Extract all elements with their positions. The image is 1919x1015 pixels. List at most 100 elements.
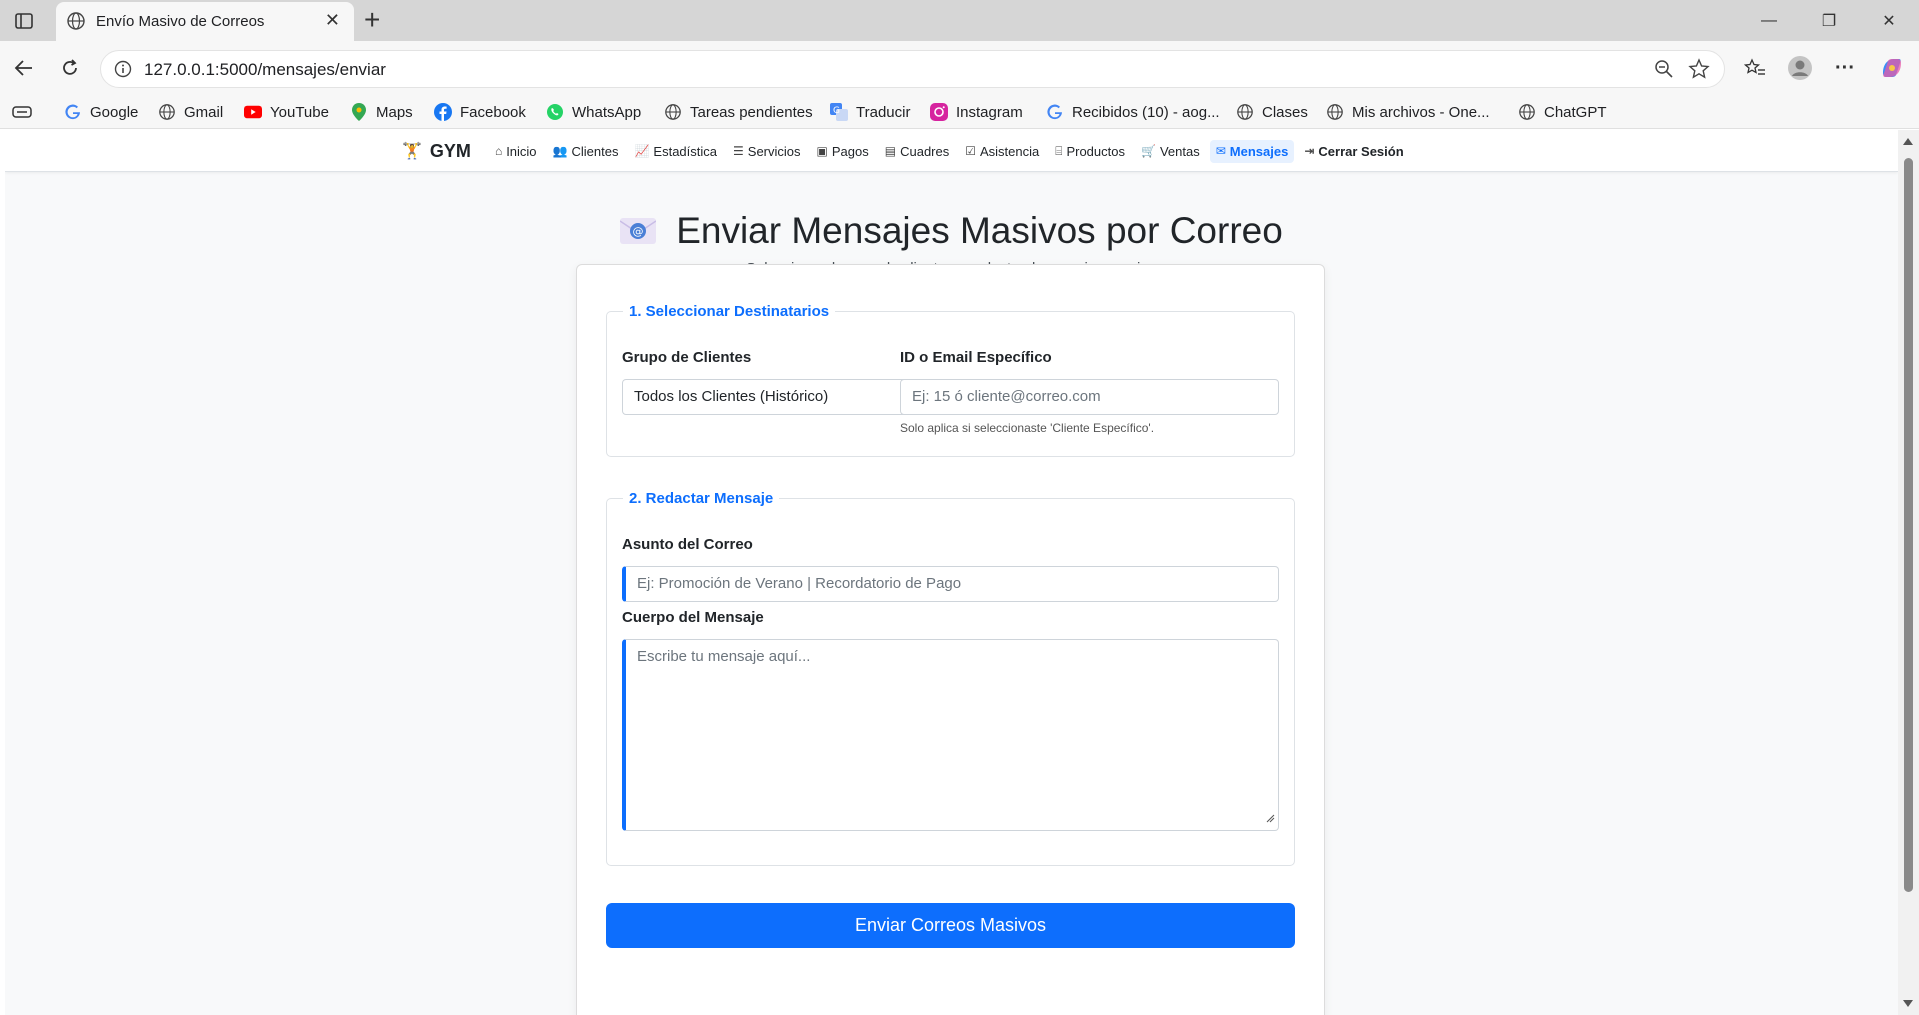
browser-tab-active[interactable]: Envío Masivo de Correos ✕ [56, 2, 354, 41]
bookmark-google[interactable]: Google [64, 101, 138, 123]
youtube-icon [244, 103, 262, 121]
whatsapp-icon [546, 103, 564, 121]
instagram-icon [930, 103, 948, 121]
tab-title: Envío Masivo de Correos [96, 13, 265, 30]
globe-icon [66, 11, 86, 36]
recipients-section: 1. Seleccionar Destinatarios Grupo de Cl… [606, 303, 1295, 457]
logout-icon: ⇥ [1304, 144, 1315, 158]
zoom-icon[interactable] [1654, 59, 1674, 84]
scroll-up-arrow-icon[interactable] [1903, 138, 1913, 145]
nav-item-servicios[interactable]: ☰ Servicios [727, 140, 807, 163]
reload-icon[interactable] [56, 54, 84, 82]
favorites-list-icon[interactable] [1740, 53, 1770, 83]
url-text[interactable]: 127.0.0.1:5000/mensajes/enviar [144, 60, 386, 80]
app-navbar: 🏋 GYM ⌂ Inicio 👥 Clientes 📈 Estadística ☰ Se… [5, 130, 1898, 172]
bookmark-instagram[interactable]: Instagram [930, 101, 1023, 123]
nav-item-ventas[interactable]: 🛒 Ventas [1135, 140, 1206, 163]
nav-item-estadistica[interactable]: 📈 Estadística [628, 140, 723, 163]
profile-avatar-icon[interactable] [1785, 53, 1815, 83]
users-icon: 👥 [552, 144, 568, 158]
cash-register-icon: ▤ [884, 144, 897, 158]
home-icon: ⌂ [494, 144, 503, 158]
back-arrow-icon[interactable] [10, 54, 38, 82]
list-icon: ☰ [733, 144, 744, 158]
body-label: Cuerpo del Mensaje [622, 609, 764, 626]
bookmarks-bar: Google Gmail YouTube Maps Facebook Whats… [0, 95, 1919, 129]
close-tab-icon[interactable]: ✕ [325, 11, 340, 29]
envelope-icon: ✉ [1215, 144, 1226, 158]
google-icon [64, 103, 82, 121]
minimize-icon[interactable]: — [1739, 0, 1799, 41]
bookmarks-menu-icon[interactable] [12, 101, 32, 123]
favorite-star-icon[interactable] [1688, 58, 1710, 85]
scrollbar-thumb[interactable] [1904, 158, 1913, 892]
bookmark-clases[interactable]: Clases [1236, 101, 1308, 123]
specific-client-help: Solo aplica si seleccionaste 'Cliente Es… [900, 421, 1155, 435]
facebook-icon [434, 103, 452, 121]
google-icon [1046, 103, 1064, 121]
nav-item-cerrar-sesion[interactable]: ⇥ Cerrar Sesión [1298, 140, 1409, 163]
email-form-card: 1. Seleccionar Destinatarios Grupo de Cl… [576, 264, 1325, 1015]
globe-icon [1326, 103, 1344, 121]
page-scrollbar[interactable] [1898, 130, 1919, 1015]
bookmark-youtube[interactable]: YouTube [244, 101, 329, 123]
page-viewport: 🏋 GYM ⌂ Inicio 👥 Clientes 📈 Estadística ☰ Se… [5, 130, 1898, 1015]
bookmark-whatsapp[interactable]: WhatsApp [546, 101, 641, 123]
bookmark-maps[interactable]: Maps [350, 101, 413, 123]
more-options-icon[interactable]: ··· [1830, 53, 1860, 83]
copilot-icon[interactable] [1877, 53, 1907, 83]
site-info-icon[interactable] [114, 60, 132, 83]
specific-client-label: ID o Email Específico [900, 349, 1052, 366]
bookmark-facebook[interactable]: Facebook [434, 101, 526, 123]
globe-icon [1236, 103, 1254, 121]
send-emails-button[interactable]: Enviar Correos Masivos [606, 903, 1295, 948]
nav-item-inicio[interactable]: ⌂ Inicio [489, 140, 543, 163]
nav-item-productos[interactable]: ⌸ Productos [1049, 140, 1131, 163]
globe-icon [158, 103, 176, 121]
client-group-value: Todos los Clientes (Histórico) [634, 388, 829, 405]
brand-logo[interactable]: 🏋 GYM [402, 141, 471, 162]
subject-label: Asunto del Correo [622, 536, 753, 553]
email-at-icon: @ [620, 218, 657, 244]
bookmark-mis-archivos[interactable]: Mis archivos - One... [1326, 101, 1490, 123]
message-body-textarea[interactable]: Escribe tu mensaje aquí... [622, 639, 1279, 831]
calendar-check-icon: ☑ [965, 144, 976, 158]
svg-text:@: @ [633, 225, 644, 238]
close-window-icon[interactable]: ✕ [1859, 0, 1919, 41]
browser-tab-bar: Envío Masivo de Correos ✕ + — ❐ ✕ [0, 0, 1919, 41]
cart-icon: 🛒 [1141, 144, 1156, 158]
bookmark-chatgpt[interactable]: ChatGPT [1518, 101, 1607, 123]
wallet-icon: ▣ [816, 144, 828, 158]
bookmark-traducir[interactable]: G Traducir [830, 101, 910, 123]
maps-pin-icon [350, 103, 368, 121]
globe-icon [664, 103, 682, 121]
bookmark-gmail[interactable]: Gmail [158, 101, 223, 123]
bookmark-tareas-pendientes[interactable]: Tareas pendientes [664, 101, 813, 123]
specific-client-input[interactable]: Ej: 15 ó cliente@correo.com [900, 379, 1279, 415]
nav-item-asistencia[interactable]: ☑ Asistencia [959, 140, 1045, 163]
basket-icon: ⌸ [1055, 143, 1063, 158]
subject-input[interactable]: Ej: Promoción de Verano | Recordatorio d… [622, 566, 1279, 602]
restore-icon[interactable]: ❐ [1799, 0, 1859, 41]
scroll-down-arrow-icon[interactable] [1903, 1000, 1913, 1007]
nav-item-mensajes[interactable]: ✉ Mensajes [1209, 139, 1295, 163]
page-title: Enviar Mensajes Masivos por Correo [676, 210, 1283, 251]
window-controls: — ❐ ✕ [1739, 0, 1919, 41]
dumbbell-icon: 🏋 [402, 143, 422, 160]
svg-text:G: G [833, 106, 840, 116]
compose-legend: 2. Redactar Mensaje [629, 490, 774, 507]
client-group-select[interactable]: Todos los Clientes (Histórico) [622, 379, 940, 415]
nav-item-clientes[interactable]: 👥 Clientes [547, 140, 625, 163]
address-bar[interactable]: 127.0.0.1:5000/mensajes/enviar [100, 50, 1725, 88]
nav-item-pagos[interactable]: ▣ Pagos [811, 140, 875, 163]
recipients-legend: 1. Seleccionar Destinatarios [629, 303, 830, 320]
nav-item-cuadres[interactable]: ▤ Cuadres [879, 140, 955, 163]
chart-icon: 📈 [634, 144, 650, 158]
translate-icon: G [830, 103, 848, 121]
compose-section: 2. Redactar Mensaje Asunto del Correo Ej… [606, 490, 1295, 866]
globe-icon [1518, 103, 1536, 121]
new-tab-icon[interactable]: + [364, 6, 380, 34]
resize-handle-icon[interactable] [1266, 810, 1275, 827]
bookmark-recibidos[interactable]: Recibidos (10) - aog... [1046, 101, 1220, 123]
sidebar-toggle-icon[interactable] [12, 10, 36, 32]
